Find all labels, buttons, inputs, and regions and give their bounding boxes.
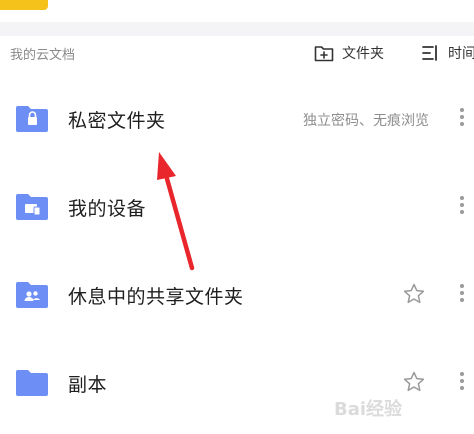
sort-button[interactable]: 时间 <box>422 42 474 64</box>
add-folder-icon <box>314 46 334 62</box>
section-header: 我的云文档 文件夹 时间 <box>0 36 474 76</box>
list-item-my-devices[interactable]: 我的设备 <box>0 164 474 252</box>
new-folder-label: 文件夹 <box>342 46 384 62</box>
folder-icon <box>16 370 48 396</box>
item-name: 私密文件夹 <box>68 110 166 132</box>
item-name: 副本 <box>68 374 108 396</box>
list-item-private-folder[interactable]: 私密文件夹 独立密码、无痕浏览 <box>0 76 474 164</box>
more-options-icon[interactable] <box>458 106 466 128</box>
new-folder-button[interactable]: 文件夹 <box>314 42 384 64</box>
top-banner[interactable] <box>0 0 474 22</box>
star-icon[interactable] <box>402 282 426 306</box>
watermark-logo: Bai经验 <box>334 386 470 430</box>
list-item-shared-folder[interactable]: 休息中的共享文件夹 <box>0 252 474 340</box>
top-badge <box>0 0 48 10</box>
more-options-icon[interactable] <box>458 282 466 304</box>
watermark-text: Bai经验 <box>334 399 403 420</box>
item-description: 独立密码、无痕浏览 <box>303 113 429 129</box>
sort-label: 时间 <box>448 46 474 62</box>
section-divider <box>0 22 474 36</box>
item-name: 休息中的共享文件夹 <box>68 286 244 308</box>
item-name: 我的设备 <box>68 198 147 220</box>
sort-icon <box>422 45 437 61</box>
section-title: 我的云文档 <box>10 48 76 63</box>
more-options-icon[interactable] <box>458 194 466 216</box>
shared-folder-icon <box>16 282 48 308</box>
device-folder-icon <box>16 194 48 220</box>
top-banner-text <box>66 0 386 10</box>
lock-folder-icon <box>16 106 48 132</box>
